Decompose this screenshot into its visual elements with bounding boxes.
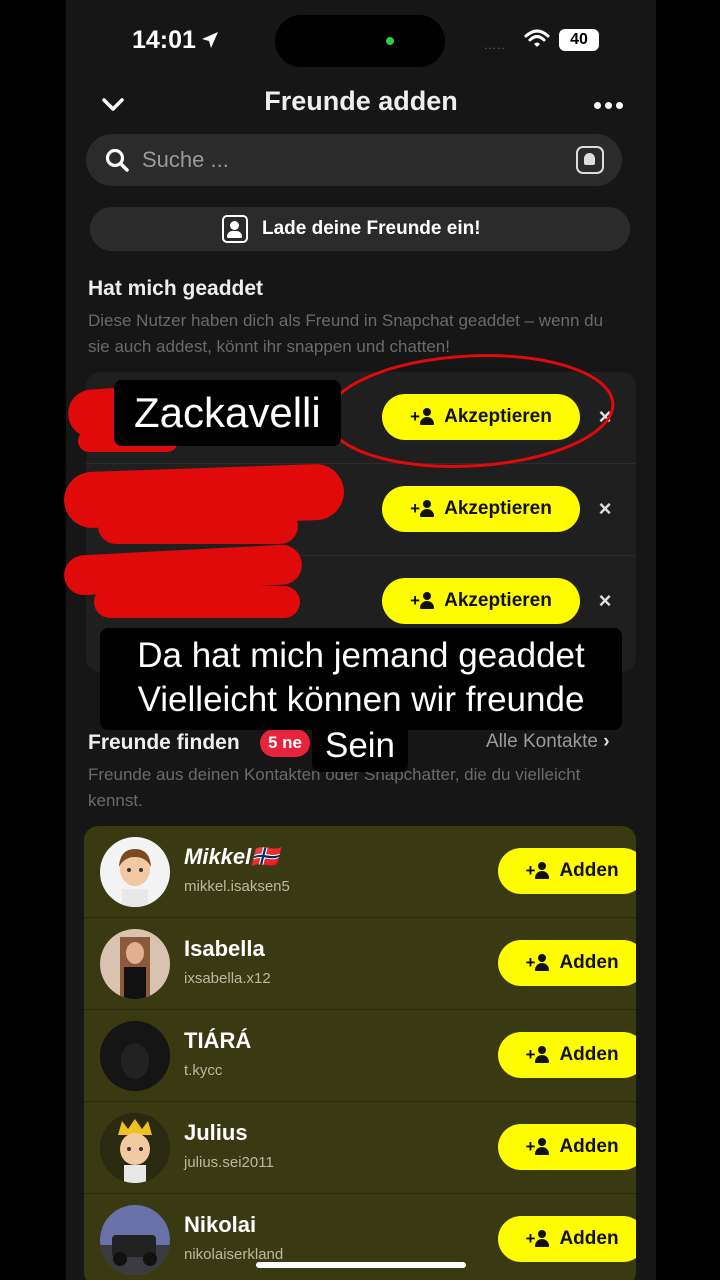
add-friend-icon: + [525,1138,551,1156]
search-icon [105,148,129,172]
signal-icon: ..... [484,38,506,52]
suggestions-list: Mikkel🇳🇴 mikkel.isaksen5 + Adden × Isabe… [84,826,636,1280]
add-button[interactable]: + Adden [498,848,636,894]
add-friend-icon: + [410,500,436,518]
censor-scribble [98,508,298,544]
contacts-book-icon [222,215,248,243]
more-options-icon[interactable] [594,102,623,109]
add-button[interactable]: + Adden [498,1032,636,1078]
list-item[interactable]: Mikkel🇳🇴 mikkel.isaksen5 + Adden × [84,826,636,918]
suggestion-name: TIÁRÁ [184,1028,252,1053]
name-caption: Zackavelli [114,380,341,446]
wifi-icon [524,29,550,47]
list-item[interactable]: TIÁRÁ t.kycc + Adden × [84,1010,636,1102]
suggestion-name: Isabella [184,936,265,961]
close-icon[interactable]: × [594,498,616,520]
story-caption-end: Sein [312,724,408,772]
avatar [100,837,170,907]
add-label: Adden [559,1228,619,1249]
new-count-badge: 5 ne [260,729,311,757]
accept-button[interactable]: + Akzeptieren [382,578,580,624]
add-button[interactable]: + Adden [498,1216,636,1262]
dynamic-island [275,15,445,67]
suggestion-name: Mikkel🇳🇴 [184,844,279,869]
avatar [100,1205,170,1275]
location-arrow-icon [202,32,218,48]
suggestion-username: nikolaiserkland [184,1246,284,1263]
status-time: 14:01 [132,26,196,54]
add-friend-icon: + [525,862,551,880]
close-icon[interactable]: × [594,590,616,612]
all-contacts-link[interactable]: Alle Kontakte › [486,731,610,753]
story-caption: Da hat mich jemand geaddet Vielleicht kö… [100,628,622,730]
accept-button[interactable]: + Akzeptieren [382,486,580,532]
add-friend-icon: + [410,592,436,610]
caption-line: Vielleicht können wir freunde [137,680,585,719]
avatar [100,929,170,999]
suggestion-name: Julius [184,1120,248,1145]
snapcode-scan-icon[interactable] [576,146,604,174]
all-contacts-label: Alle Kontakte [486,731,598,752]
highlight-circle [325,354,615,468]
censor-scribble [94,586,300,618]
suggestion-username: julius.sei2011 [184,1154,274,1171]
add-label: Adden [559,1136,619,1157]
status-bar: 14:01 ..... 40 [66,0,656,80]
avatar [100,1113,170,1183]
battery-icon: 40 [559,29,599,51]
add-label: Adden [559,1044,619,1065]
add-friend-icon: + [525,954,551,972]
avatar [100,1021,170,1091]
list-item[interactable]: Isabella ixsabella.x12 + Adden × [84,918,636,1010]
invite-friends-button[interactable]: Lade deine Freunde ein! [90,207,630,251]
add-button[interactable]: + Adden [498,940,636,986]
search-input[interactable] [142,134,542,186]
home-indicator [256,1262,466,1268]
find-friends-title: Freunde finden [88,731,240,754]
search-bar[interactable] [86,134,622,186]
added-me-title: Hat mich geaddet [88,277,264,300]
add-button[interactable]: + Adden [498,1124,636,1170]
add-friend-icon: + [525,1046,551,1064]
page-title: Freunde adden [264,86,458,116]
suggestion-username: ixsabella.x12 [184,970,271,987]
add-friend-icon: + [525,1230,551,1248]
add-label: Adden [559,860,619,881]
suggestion-username: mikkel.isaksen5 [184,878,290,895]
add-label: Adden [559,952,619,973]
chevron-right-icon: › [603,731,610,752]
invite-label: Lade deine Freunde ein! [262,218,481,239]
suggestion-name: Nikolai [184,1212,257,1237]
caption-line: Da hat mich jemand geaddet [137,636,585,675]
accept-label: Akzeptieren [444,498,552,519]
accept-label: Akzeptieren [444,590,552,611]
list-item[interactable]: Julius julius.sei2011 + Adden × [84,1102,636,1194]
suggestion-username: t.kycc [184,1062,223,1079]
